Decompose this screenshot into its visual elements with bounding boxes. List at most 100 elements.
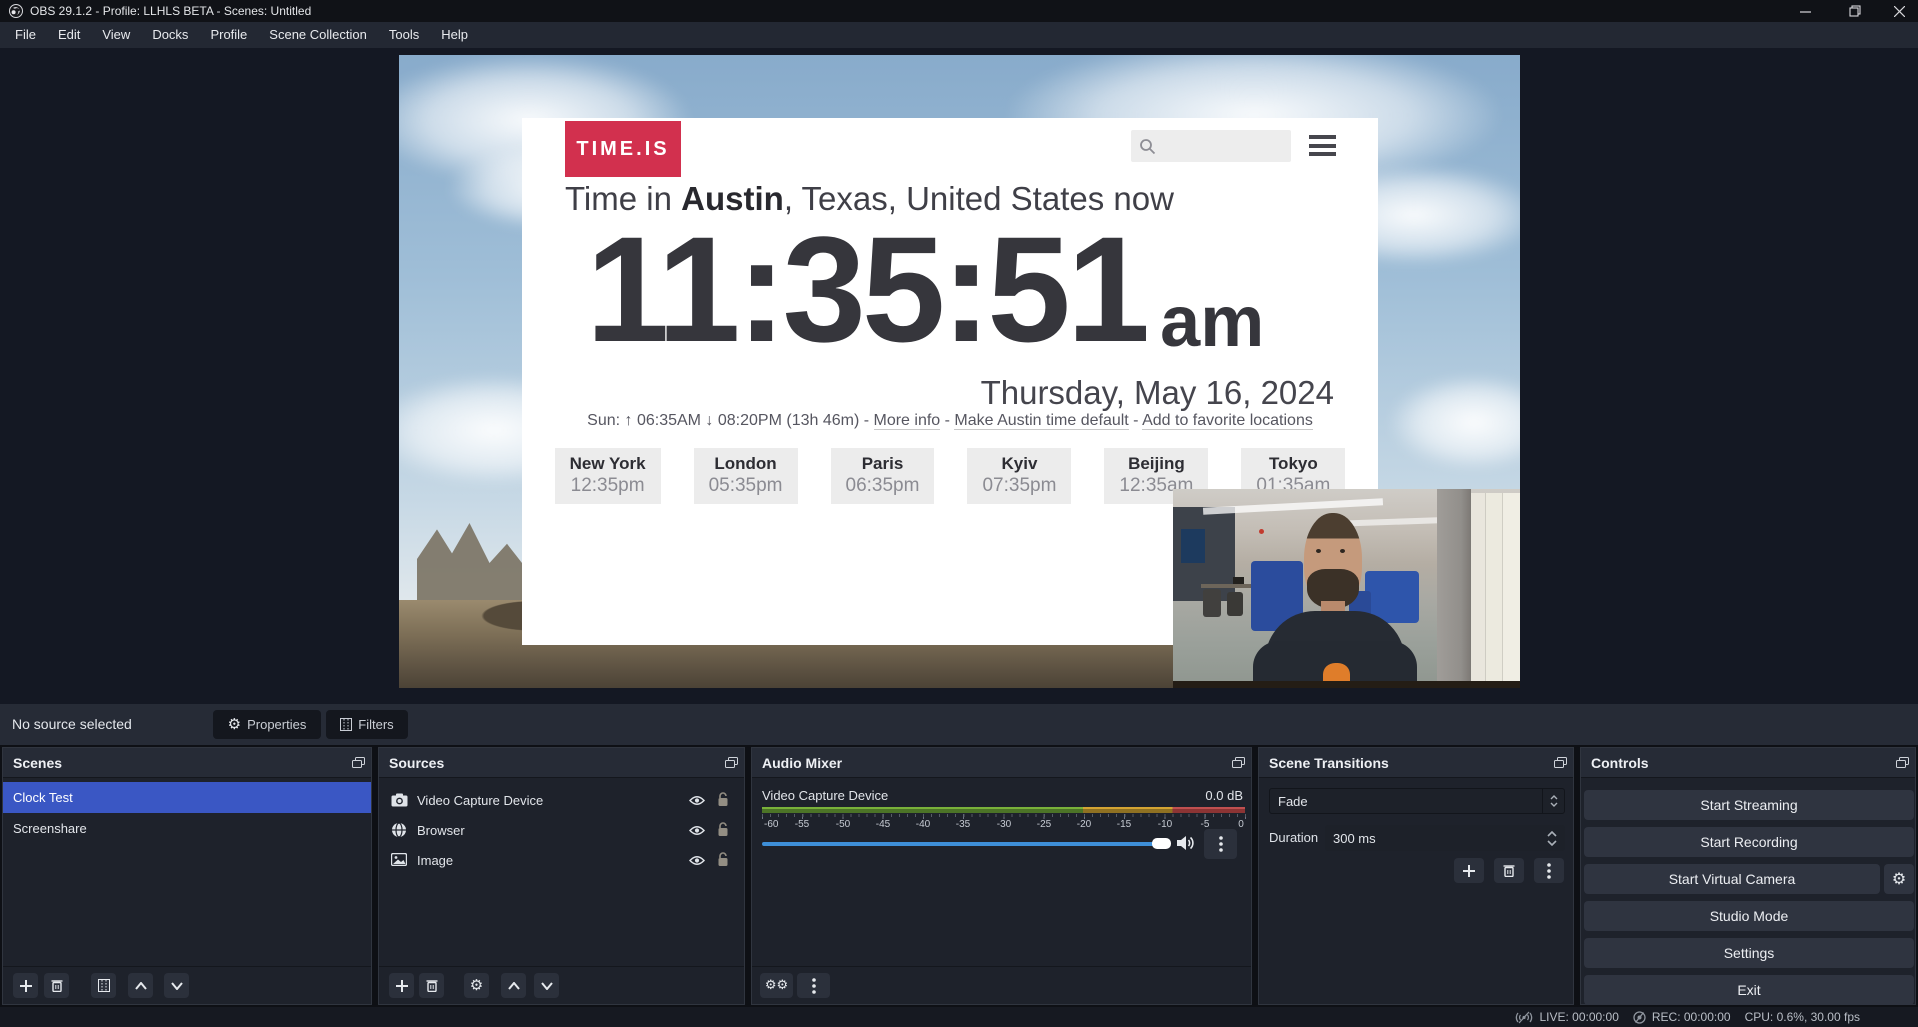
source-row-image[interactable]: Image (379, 846, 744, 876)
meter-minor-ticks (762, 814, 1246, 817)
popout-icon[interactable] (345, 750, 371, 776)
tick-label: -25 (1037, 819, 1051, 830)
controls-title: Controls (1591, 755, 1889, 771)
select-spinner[interactable] (1542, 789, 1564, 813)
scene-transitions-panel: Scene Transitions Fade Duration 300 ms (1258, 747, 1574, 1005)
preview-canvas[interactable]: TIME.IS Time in Austin, Texas, United St… (399, 55, 1520, 688)
office-pillar (1437, 489, 1471, 688)
tick-label: -55 (795, 819, 809, 830)
office-chair (1203, 589, 1221, 617)
settings-button[interactable]: Settings (1584, 938, 1914, 968)
mixer-menu-button[interactable] (797, 973, 830, 998)
remove-transition-button[interactable] (1494, 858, 1524, 883)
transition-select[interactable]: Fade (1269, 788, 1565, 814)
menu-edit[interactable]: Edit (47, 22, 91, 48)
start-virtual-camera-button[interactable]: Start Virtual Camera (1584, 864, 1880, 894)
live-status: LIVE: 00:00:00 (1515, 1010, 1618, 1024)
move-source-up-button[interactable] (501, 973, 526, 998)
gear-icon: ⚙ (470, 978, 483, 993)
menu-help[interactable]: Help (430, 22, 479, 48)
add-favorite-link: Add to favorite locations (1142, 412, 1313, 430)
scenes-header[interactable]: Scenes (3, 748, 371, 778)
properties-button[interactable]: ⚙ Properties (213, 710, 321, 739)
tick-label: -45 (876, 819, 890, 830)
speaker-icon[interactable] (1177, 835, 1196, 851)
virtual-camera-settings-button[interactable]: ⚙ (1884, 864, 1914, 894)
status-bar: LIVE: 00:00:00 REC: 00:00:00 CPU: 0.6%, … (0, 1007, 1918, 1027)
remove-scene-button[interactable] (44, 973, 69, 998)
lock-unlocked-icon[interactable] (717, 792, 729, 807)
audio-mixer-header[interactable]: Audio Mixer (752, 748, 1251, 778)
mixer-channel-level: 0.0 dB (1205, 788, 1243, 803)
window-title: OBS 29.1.2 - Profile: LLHLS BETA - Scene… (30, 4, 311, 18)
menu-profile[interactable]: Profile (199, 22, 258, 48)
restore-button[interactable] (1840, 0, 1870, 22)
source-row-video-capture[interactable]: Video Capture Device (379, 786, 744, 816)
volume-slider[interactable] (762, 842, 1171, 846)
add-transition-button[interactable] (1454, 858, 1484, 883)
menu-tools[interactable]: Tools (378, 22, 430, 48)
world-clock-paris: Paris 06:35pm (831, 448, 935, 504)
preview-area: TIME.IS Time in Austin, Texas, United St… (0, 48, 1918, 704)
scene-transitions-header[interactable]: Scene Transitions (1259, 748, 1573, 778)
eye-visible-icon[interactable] (689, 855, 705, 866)
big-clock: 11:35:51 am (586, 214, 1264, 364)
audio-mixer-title: Audio Mixer (762, 755, 1225, 771)
source-row-browser[interactable]: Browser (379, 816, 744, 846)
menu-view[interactable]: View (91, 22, 141, 48)
mixer-options-button[interactable] (1204, 829, 1237, 859)
filters-button[interactable]: Filters (326, 710, 408, 739)
advanced-audio-button[interactable]: ⚙⚙ (760, 973, 793, 998)
add-source-button[interactable] (389, 973, 414, 998)
minimize-button[interactable] (1790, 0, 1820, 22)
add-scene-button[interactable] (13, 973, 38, 998)
close-button[interactable] (1884, 0, 1914, 22)
tick-label: -15 (1117, 819, 1131, 830)
lock-unlocked-icon[interactable] (717, 822, 729, 837)
volume-slider-handle[interactable] (1152, 838, 1171, 849)
record-inactive-icon (1633, 1011, 1646, 1024)
tick-label: -40 (916, 819, 930, 830)
popout-icon[interactable] (718, 750, 744, 776)
start-recording-button[interactable]: Start Recording (1584, 827, 1914, 857)
controls-header[interactable]: Controls (1581, 748, 1915, 778)
eye-visible-icon[interactable] (689, 795, 705, 806)
menu-file[interactable]: File (4, 22, 47, 48)
scene-filters-button[interactable] (91, 973, 116, 998)
lock-unlocked-icon[interactable] (717, 852, 729, 867)
rec-status: REC: 00:00:00 (1633, 1010, 1731, 1024)
clock-time: 11:35:51 (586, 214, 1146, 364)
duration-spinbox[interactable]: 300 ms (1325, 825, 1565, 851)
volume-meter (762, 807, 1245, 813)
duration-spinner[interactable] (1539, 831, 1565, 846)
popout-icon[interactable] (1547, 750, 1573, 776)
transition-options-button[interactable] (1534, 858, 1564, 883)
start-streaming-button[interactable]: Start Streaming (1584, 790, 1914, 820)
menu-scene-collection[interactable]: Scene Collection (258, 22, 378, 48)
popout-icon[interactable] (1225, 750, 1251, 776)
cloud (1389, 375, 1520, 470)
move-source-down-button[interactable] (534, 973, 559, 998)
menu-docks[interactable]: Docks (141, 22, 199, 48)
exit-button[interactable]: Exit (1584, 975, 1914, 1005)
separator: - (940, 412, 954, 429)
scenes-panel: Scenes Clock Test Screenshare (2, 747, 372, 1005)
eye-visible-icon[interactable] (689, 825, 705, 836)
stream-inactive-icon (1515, 1011, 1533, 1024)
scene-item-screenshare[interactable]: Screenshare (3, 813, 371, 844)
studio-mode-button[interactable]: Studio Mode (1584, 901, 1914, 931)
move-scene-down-button[interactable] (164, 973, 189, 998)
camera-icon (391, 793, 408, 807)
controls-panel: Controls Start Streaming Start Recording… (1580, 747, 1916, 1005)
office-chair (1227, 592, 1243, 616)
person-eye (1316, 549, 1321, 553)
move-scene-up-button[interactable] (128, 973, 153, 998)
tick-label: 0 (1238, 819, 1244, 830)
source-properties-button[interactable]: ⚙ (464, 973, 489, 998)
remove-source-button[interactable] (419, 973, 444, 998)
search-icon (1139, 138, 1156, 155)
menu-bar: File Edit View Docks Profile Scene Colle… (0, 22, 1918, 48)
popout-icon[interactable] (1889, 750, 1915, 776)
scene-item-clock-test[interactable]: Clock Test (3, 782, 371, 813)
sources-header[interactable]: Sources (379, 748, 744, 778)
